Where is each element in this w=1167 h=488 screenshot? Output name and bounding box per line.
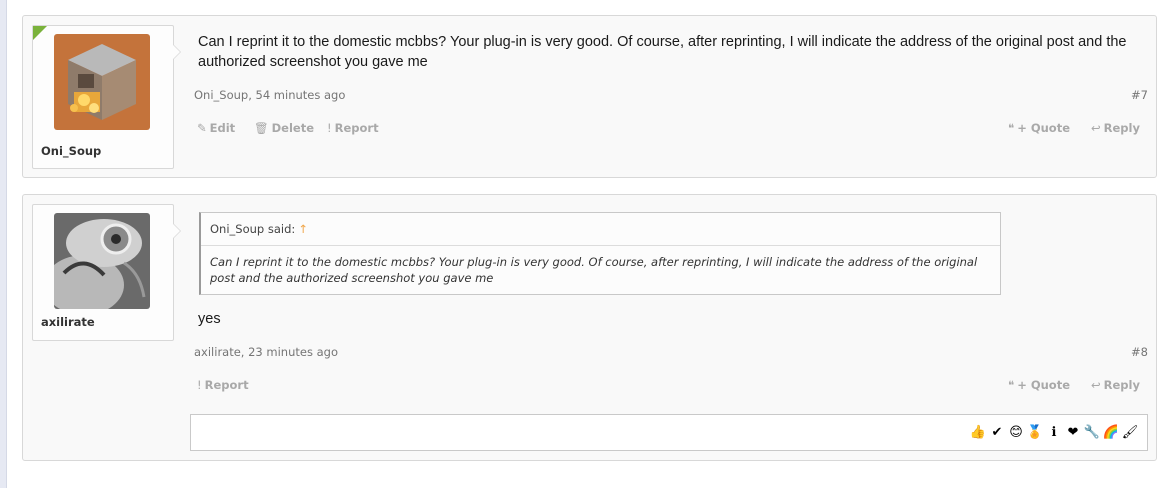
user-card: axilirate (32, 204, 181, 341)
username[interactable]: Oni_Soup (41, 144, 101, 158)
quote-button[interactable]: ❝ + Quote (1008, 378, 1070, 392)
jump-to-quoted-icon[interactable]: ↑ (298, 222, 308, 236)
funny-icon[interactable]: 😊 (1007, 424, 1025, 442)
post-number[interactable]: #8 (1131, 345, 1148, 359)
reply-icon: ↩ (1091, 378, 1101, 392)
quote-header: Oni_Soup said: ↑ (201, 213, 1000, 246)
creative-icon[interactable]: 🌈 (1102, 424, 1120, 442)
like-icon[interactable]: 👍 (969, 424, 987, 442)
quote-block: Oni_Soup said: ↑ Can I reprint it to the … (199, 212, 1001, 295)
username[interactable]: axilirate (41, 315, 95, 329)
pencil-icon: ✎ (197, 121, 207, 135)
quote-button[interactable]: ❝ + Quote (1008, 121, 1070, 135)
love-icon[interactable]: ❤ (1064, 424, 1082, 442)
rating-icons: 👍 ✔ 😊 🏅 ℹ ❤ 🔧 🌈 🖌 (969, 424, 1139, 442)
edit-button[interactable]: ✎ Edit (197, 121, 235, 135)
left-sidebar-strip (0, 0, 7, 488)
quote-icon: ❝ (1008, 378, 1015, 392)
post-number[interactable]: #7 (1131, 88, 1148, 102)
post-author-time[interactable]: axilirate, 23 minutes ago (194, 345, 338, 359)
informative-icon[interactable]: ℹ (1045, 424, 1063, 442)
delete-button[interactable]: 🗑 Delete (254, 121, 314, 135)
report-icon: ! (197, 378, 202, 392)
report-button[interactable]: ! Report (327, 121, 379, 135)
user-card: Oni_Soup (32, 25, 181, 169)
post-8: axilirate Oni_Soup said: ↑ Can I reprint … (22, 194, 1157, 461)
online-indicator (33, 26, 47, 40)
quote-text: Can I reprint it to the domestic mcbbs? … (210, 255, 978, 285)
quote-author: Oni_Soup said: (210, 222, 296, 236)
post-message: yes (198, 311, 221, 327)
reply-button[interactable]: ↩ Reply (1091, 121, 1140, 135)
reply-icon: ↩ (1091, 121, 1101, 135)
post-author-time[interactable]: Oni_Soup, 54 minutes ago (194, 88, 345, 102)
trash-icon: 🗑 (254, 121, 269, 135)
report-button[interactable]: ! Report (197, 378, 249, 392)
ratings-bar: 👍 ✔ 😊 🏅 ℹ ❤ 🔧 🌈 🖌 (190, 414, 1148, 451)
avatar[interactable] (54, 34, 150, 130)
useful-icon[interactable]: 🔧 (1083, 424, 1101, 442)
avatar[interactable] (54, 213, 150, 309)
artistic-icon[interactable]: 🖌 (1121, 424, 1139, 442)
post-7: Oni_Soup Can I reprint it to the domesti… (22, 15, 1157, 178)
post-message: Can I reprint it to the domestic mcbbs? … (198, 34, 1127, 70)
agree-icon[interactable]: ✔ (988, 424, 1006, 442)
report-icon: ! (327, 121, 332, 135)
winner-icon[interactable]: 🏅 (1026, 424, 1044, 442)
reply-button[interactable]: ↩ Reply (1091, 378, 1140, 392)
quote-icon: ❝ (1008, 121, 1015, 135)
